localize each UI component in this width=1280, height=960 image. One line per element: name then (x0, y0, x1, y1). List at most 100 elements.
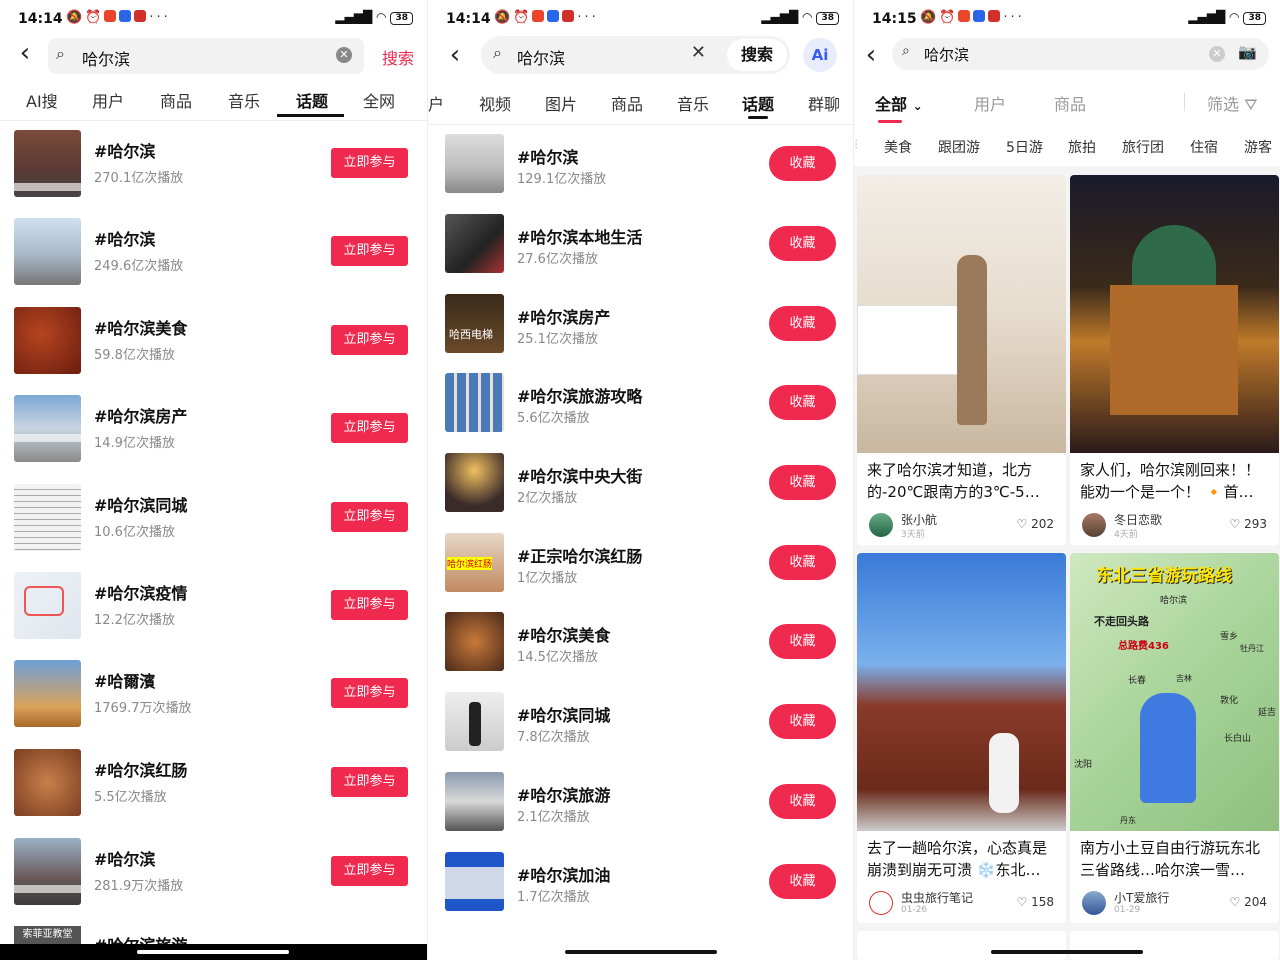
back-button[interactable]: ‹ (10, 38, 40, 70)
tab-whole-web[interactable]: 全网 (363, 88, 395, 112)
join-button[interactable]: 立即参与 (331, 413, 408, 443)
chip-travel-photo[interactable]: 旅拍 (1068, 137, 1096, 157)
list-item[interactable]: 哈西电梯 #哈尔滨房产 25.1亿次播放 收藏 (428, 294, 853, 382)
tab-topics[interactable]: 话题 (742, 91, 774, 115)
list-item[interactable]: 索菲亚教堂 #哈尔滨旅游 (0, 926, 427, 955)
list-item[interactable]: #哈爾濱 1769.7万次播放 立即参与 (0, 660, 427, 748)
home-indicator[interactable] (137, 950, 289, 954)
collect-button[interactable]: 收藏 (769, 465, 836, 500)
list-item[interactable]: #哈尔滨 281.9万次播放 立即参与 (0, 838, 427, 926)
list-item[interactable]: #哈尔滨 129.1亿次播放 收藏 (428, 134, 853, 222)
home-indicator[interactable] (565, 950, 717, 954)
list-item[interactable]: #哈尔滨红肠 5.5亿次播放 立即参与 (0, 749, 427, 837)
like-count[interactable]: ♡ 293 (1230, 517, 1267, 531)
avatar[interactable] (1082, 891, 1106, 915)
avatar[interactable] (1082, 513, 1106, 537)
list-item[interactable]: #哈尔滨同城 10.6亿次播放 立即参与 (0, 484, 427, 572)
avatar[interactable] (869, 513, 893, 537)
join-button[interactable]: 立即参与 (331, 502, 408, 532)
collect-button[interactable]: 收藏 (769, 306, 836, 341)
like-count[interactable]: ♡ 204 (1230, 895, 1267, 909)
tab-images[interactable]: 图片 (545, 91, 577, 115)
search-button[interactable]: 搜索 (382, 45, 414, 69)
search-input[interactable]: ⌕ 哈尔滨 ✕ 📷 (892, 38, 1269, 70)
tab-users[interactable]: 户 (428, 91, 444, 115)
join-button[interactable]: 立即参与 (331, 856, 408, 886)
ai-button[interactable]: Ai (803, 38, 837, 72)
list-item[interactable]: #哈尔滨旅游攻略 5.6亿次播放 收藏 (428, 373, 853, 461)
list-item[interactable]: #哈尔滨 249.6亿次播放 立即参与 (0, 218, 427, 306)
list-item[interactable]: #哈尔滨疫情 12.2亿次播放 立即参与 (0, 572, 427, 660)
list-item[interactable]: #哈尔滨同城 7.8亿次播放 收藏 (428, 692, 853, 780)
join-button[interactable]: 立即参与 (331, 590, 408, 620)
join-button[interactable]: 立即参与 (331, 236, 408, 266)
tab-goods[interactable]: 商品 (1054, 91, 1086, 115)
list-item[interactable]: #哈尔滨美食 14.5亿次播放 收藏 (428, 612, 853, 700)
home-indicator[interactable] (991, 950, 1143, 954)
list-item[interactable]: #哈尔滨房产 14.9亿次播放 立即参与 (0, 395, 427, 483)
author-name[interactable]: 张小航 (901, 511, 937, 528)
tab-users[interactable]: 用户 (974, 91, 1006, 115)
topic-thumbnail (445, 453, 504, 512)
tab-ai-search[interactable]: AI搜 (26, 88, 58, 112)
note-card[interactable]: 去了一趟哈尔滨，心态真是崩溃到崩无可溃 ❄️东北… 虫虫旅行笔记 01-26 ♡… (857, 553, 1066, 923)
list-item[interactable]: #哈尔滨美食 59.8亿次播放 立即参与 (0, 307, 427, 395)
avatar[interactable] (869, 891, 893, 915)
join-button[interactable]: 立即参与 (331, 767, 408, 797)
tab-goods[interactable]: 商品 (611, 91, 643, 115)
chip-lodging[interactable]: 住宿 (1190, 137, 1218, 157)
clear-icon[interactable]: ✕ (336, 47, 352, 63)
tab-groups[interactable]: 群聊 (808, 91, 840, 115)
tab-music[interactable]: 音乐 (677, 91, 709, 115)
list-item[interactable]: #哈尔滨旅游 2.1亿次播放 收藏 (428, 772, 853, 860)
filter-button[interactable]: 筛选 ⛛ (1207, 91, 1258, 115)
chip-group-tour[interactable]: 跟团游 (938, 137, 980, 157)
back-button[interactable]: ‹ (856, 40, 886, 72)
collect-button[interactable]: 收藏 (769, 864, 836, 899)
note-card[interactable]: 来了哈尔滨才知道，北方的-20℃跟南方的3℃-5… 张小航 3天前 ♡ 202 (857, 175, 1066, 545)
search-input[interactable]: ⌕ 哈尔滨 ✕ (48, 38, 364, 74)
like-count[interactable]: ♡ 202 (1017, 517, 1054, 531)
signal-icon: ▂▄▆█ ◠ (1188, 10, 1240, 24)
join-button[interactable]: 立即参与 (331, 325, 408, 355)
join-button[interactable]: 立即参与 (331, 678, 408, 708)
list-item[interactable]: #哈尔滨本地生活 27.6亿次播放 收藏 (428, 214, 853, 302)
chip-food[interactable]: 美食 (884, 137, 912, 157)
chip-5-day-tour[interactable]: 5日游 (1006, 137, 1043, 157)
chip-tour-group[interactable]: 旅行团 (1122, 137, 1164, 157)
clear-icon[interactable]: ✕ (1209, 46, 1225, 62)
chip-tourist[interactable]: 游客 (1244, 137, 1272, 157)
list-item[interactable]: #哈尔滨 270.1亿次播放 立即参与 (0, 130, 427, 218)
tab-goods[interactable]: 商品 (160, 88, 192, 112)
join-button[interactable]: 立即参与 (331, 148, 408, 178)
search-input[interactable]: ⌕ 哈尔滨 ✕ 搜索 (481, 36, 790, 74)
list-item[interactable]: #哈尔滨加油 1.7亿次播放 收藏 (428, 852, 853, 940)
collect-button[interactable]: 收藏 (769, 704, 836, 739)
back-button[interactable]: ‹ (440, 40, 470, 72)
tab-users[interactable]: 用户 (92, 88, 124, 112)
list-item[interactable]: 哈尔滨红肠 #正宗哈尔滨红肠 1亿次播放 收藏 (428, 533, 853, 621)
collect-button[interactable]: 收藏 (769, 784, 836, 819)
tab-music[interactable]: 音乐 (228, 88, 260, 112)
list-item[interactable]: #哈尔滨中央大街 2亿次播放 收藏 (428, 453, 853, 541)
camera-icon[interactable]: 📷 (1238, 43, 1257, 61)
tab-all[interactable]: 全部 ⌄ (875, 91, 923, 115)
note-card[interactable]: 家人们，哈尔滨刚回来！！能劝一个是一个！ 🔸首… 冬日恋歌 4天前 ♡ 293 (1070, 175, 1279, 545)
collect-button[interactable]: 收藏 (769, 146, 836, 181)
like-count[interactable]: ♡ 158 (1017, 895, 1054, 909)
collect-button[interactable]: 收藏 (769, 226, 836, 261)
tab-topics[interactable]: 话题 (296, 88, 328, 112)
author-name[interactable]: 冬日恋歌 (1114, 511, 1162, 528)
collect-button[interactable]: 收藏 (769, 545, 836, 580)
collect-button[interactable]: 收藏 (769, 624, 836, 659)
note-card[interactable] (857, 931, 1066, 960)
note-title: 来了哈尔滨才知道，北方的-20℃跟南方的3℃-5… (867, 461, 1040, 501)
note-card[interactable] (1070, 931, 1279, 960)
collect-button[interactable]: 收藏 (769, 385, 836, 420)
tab-videos[interactable]: 视频 (479, 91, 511, 115)
clear-icon[interactable]: ✕ (691, 42, 706, 63)
author-name[interactable]: 小T爱旅行 (1114, 889, 1169, 906)
author-name[interactable]: 虫虫旅行笔记 (901, 889, 973, 906)
note-card[interactable]: 东北三省游玩路线 不走回头路 总路费436 哈尔滨 雪乡 牡丹江 长春 吉林 敦… (1070, 553, 1279, 923)
search-button[interactable]: 搜索 (727, 39, 787, 71)
